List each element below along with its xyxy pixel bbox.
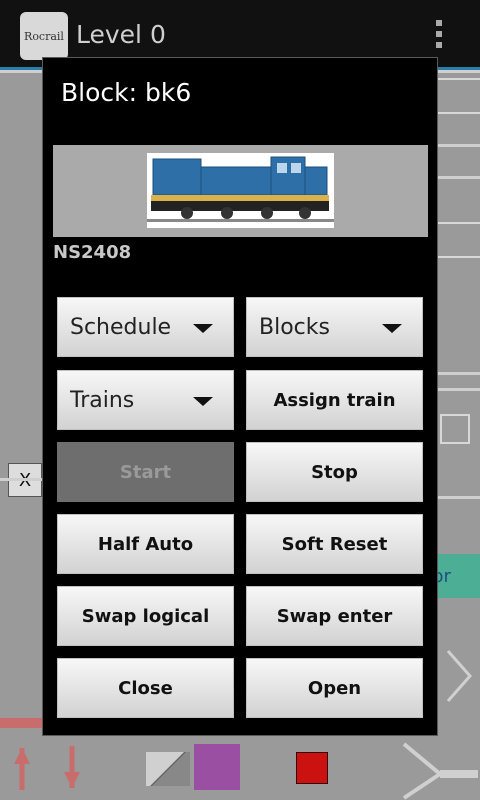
track-segment xyxy=(436,144,480,147)
loco-photo-frame xyxy=(53,145,428,237)
switch-symbol xyxy=(146,752,190,786)
arrow-up-icon[interactable] xyxy=(10,744,34,792)
app-title: Level 0 xyxy=(76,20,166,49)
turnout-icon xyxy=(446,650,472,702)
block-dialog: Block: bk6 NS2408 Schedule Blocks Trains… xyxy=(42,57,438,736)
loco-image xyxy=(147,153,334,228)
track-segment xyxy=(436,388,480,391)
locomotive-icon xyxy=(147,153,334,228)
dropdown-arrow-icon xyxy=(193,397,213,406)
swap-enter-button[interactable]: Swap enter xyxy=(246,586,423,646)
track-segment xyxy=(436,176,480,179)
half-auto-button[interactable]: Half Auto xyxy=(57,514,234,574)
schedule-spinner[interactable]: Schedule xyxy=(57,297,234,357)
track-segment xyxy=(436,496,480,499)
block-partial[interactable] xyxy=(440,414,470,444)
track-segment xyxy=(0,478,42,481)
track-segment xyxy=(436,372,480,375)
assign-train-button[interactable]: Assign train xyxy=(246,370,423,430)
start-button[interactable]: Start xyxy=(57,442,234,502)
close-button[interactable]: Close xyxy=(57,658,234,718)
route-symbol xyxy=(194,744,240,790)
signal-red-icon[interactable] xyxy=(296,752,328,784)
overflow-menu-icon[interactable] xyxy=(436,20,444,48)
open-button[interactable]: Open xyxy=(246,658,423,718)
soft-reset-button[interactable]: Soft Reset xyxy=(246,514,423,574)
dropdown-arrow-icon xyxy=(382,324,402,333)
track-segment xyxy=(0,718,42,728)
dialog-title: Block: bk6 xyxy=(61,78,192,107)
turnout-icon xyxy=(402,742,478,800)
dropdown-arrow-icon xyxy=(193,324,213,333)
arrow-down-icon[interactable] xyxy=(60,744,84,792)
trains-spinner[interactable]: Trains xyxy=(57,370,234,430)
loco-id-label: NS2408 xyxy=(53,242,132,263)
swap-logical-button[interactable]: Swap logical xyxy=(57,586,234,646)
stop-button[interactable]: Stop xyxy=(246,442,423,502)
app-logo-icon[interactable]: Rocrail xyxy=(20,12,68,60)
blocks-spinner[interactable]: Blocks xyxy=(246,297,423,357)
